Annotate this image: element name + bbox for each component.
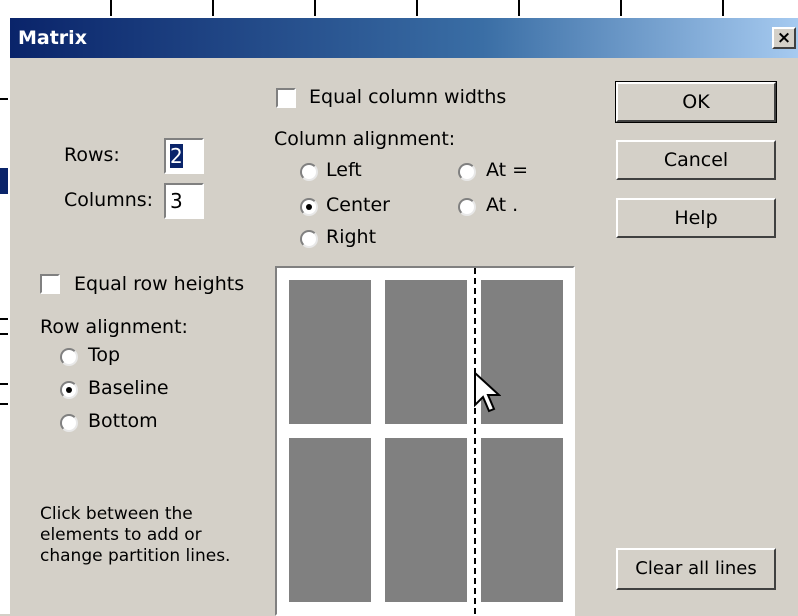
column-align-left-radio[interactable]	[300, 163, 318, 181]
matrix-cell[interactable]	[385, 280, 467, 424]
ruler-tick	[314, 0, 316, 16]
equal-column-widths-checkbox[interactable]	[276, 88, 296, 108]
partition-hint-line: change partition lines.	[40, 546, 231, 566]
edge-mark	[0, 318, 8, 320]
columns-input[interactable]: 3	[164, 183, 204, 219]
matrix-cell[interactable]	[289, 438, 371, 602]
column-align-at-dot-label[interactable]: At .	[486, 194, 518, 216]
column-align-right-radio[interactable]	[300, 230, 318, 248]
matrix-cell[interactable]	[481, 438, 563, 602]
column-align-at-equals-radio[interactable]	[458, 163, 476, 181]
row-align-bottom-radio[interactable]	[60, 414, 78, 432]
arrow-cursor-icon	[474, 371, 501, 413]
column-align-center-label[interactable]: Center	[326, 194, 390, 216]
rows-label: Rows:	[64, 144, 120, 166]
background-window-ruler	[0, 0, 798, 18]
row-align-baseline-label[interactable]: Baseline	[88, 377, 169, 399]
partition-hint-line: elements to add or	[40, 525, 202, 545]
help-button-label: Help	[674, 207, 718, 229]
rows-value: 2	[170, 144, 183, 168]
ruler-tick	[416, 0, 418, 16]
background-window-edge	[0, 18, 10, 614]
close-icon: ×	[776, 28, 792, 48]
edge-mark	[0, 403, 8, 405]
edge-mark	[0, 168, 8, 194]
row-alignment-heading: Row alignment:	[40, 316, 188, 338]
close-button[interactable]: ×	[772, 27, 796, 49]
dialog-title: Matrix	[18, 27, 87, 49]
equal-row-heights-label[interactable]: Equal row heights	[74, 273, 244, 295]
partition-hint-line: Click between the	[40, 504, 193, 524]
row-align-top-radio[interactable]	[60, 348, 78, 366]
equal-row-heights-checkbox[interactable]	[40, 274, 60, 294]
ok-button[interactable]: OK	[615, 81, 777, 123]
matrix-cell[interactable]	[289, 280, 371, 424]
help-button[interactable]: Help	[616, 198, 776, 238]
column-align-right-label[interactable]: Right	[326, 226, 376, 248]
equal-column-widths-label[interactable]: Equal column widths	[309, 86, 506, 108]
column-alignment-heading: Column alignment:	[274, 128, 456, 150]
cancel-button[interactable]: Cancel	[616, 140, 776, 180]
matrix-dialog: Matrix × Rows: 2 Columns: 3 Equal column…	[10, 18, 798, 616]
edge-mark	[0, 333, 8, 335]
ruler-tick	[518, 0, 520, 16]
column-align-left-label[interactable]: Left	[326, 159, 362, 181]
columns-value: 3	[170, 189, 183, 213]
row-align-baseline-radio[interactable]	[60, 381, 78, 399]
row-align-top-label[interactable]: Top	[88, 344, 120, 366]
matrix-cell[interactable]	[385, 438, 467, 602]
row-align-bottom-label[interactable]: Bottom	[88, 410, 158, 432]
clear-all-lines-label: Clear all lines	[635, 558, 757, 579]
edge-mark	[0, 383, 8, 385]
cancel-button-label: Cancel	[663, 149, 729, 171]
ruler-tick	[620, 0, 622, 16]
column-align-at-equals-label[interactable]: At =	[486, 159, 528, 181]
edge-mark	[0, 98, 8, 100]
title-bar[interactable]: Matrix ×	[10, 18, 798, 58]
ruler-tick	[722, 0, 724, 16]
rows-input[interactable]: 2	[164, 138, 204, 174]
clear-all-lines-button[interactable]: Clear all lines	[616, 548, 776, 590]
ruler-tick	[212, 0, 214, 16]
columns-label: Columns:	[64, 189, 154, 211]
column-align-center-radio[interactable]	[300, 198, 318, 216]
ok-button-label: OK	[682, 91, 710, 113]
column-partition-line[interactable]	[474, 268, 476, 614]
matrix-preview[interactable]	[275, 266, 575, 616]
partition-hint: Click between the elements to add or cha…	[40, 504, 230, 567]
column-align-at-dot-radio[interactable]	[458, 198, 476, 216]
ruler-tick	[110, 0, 112, 16]
